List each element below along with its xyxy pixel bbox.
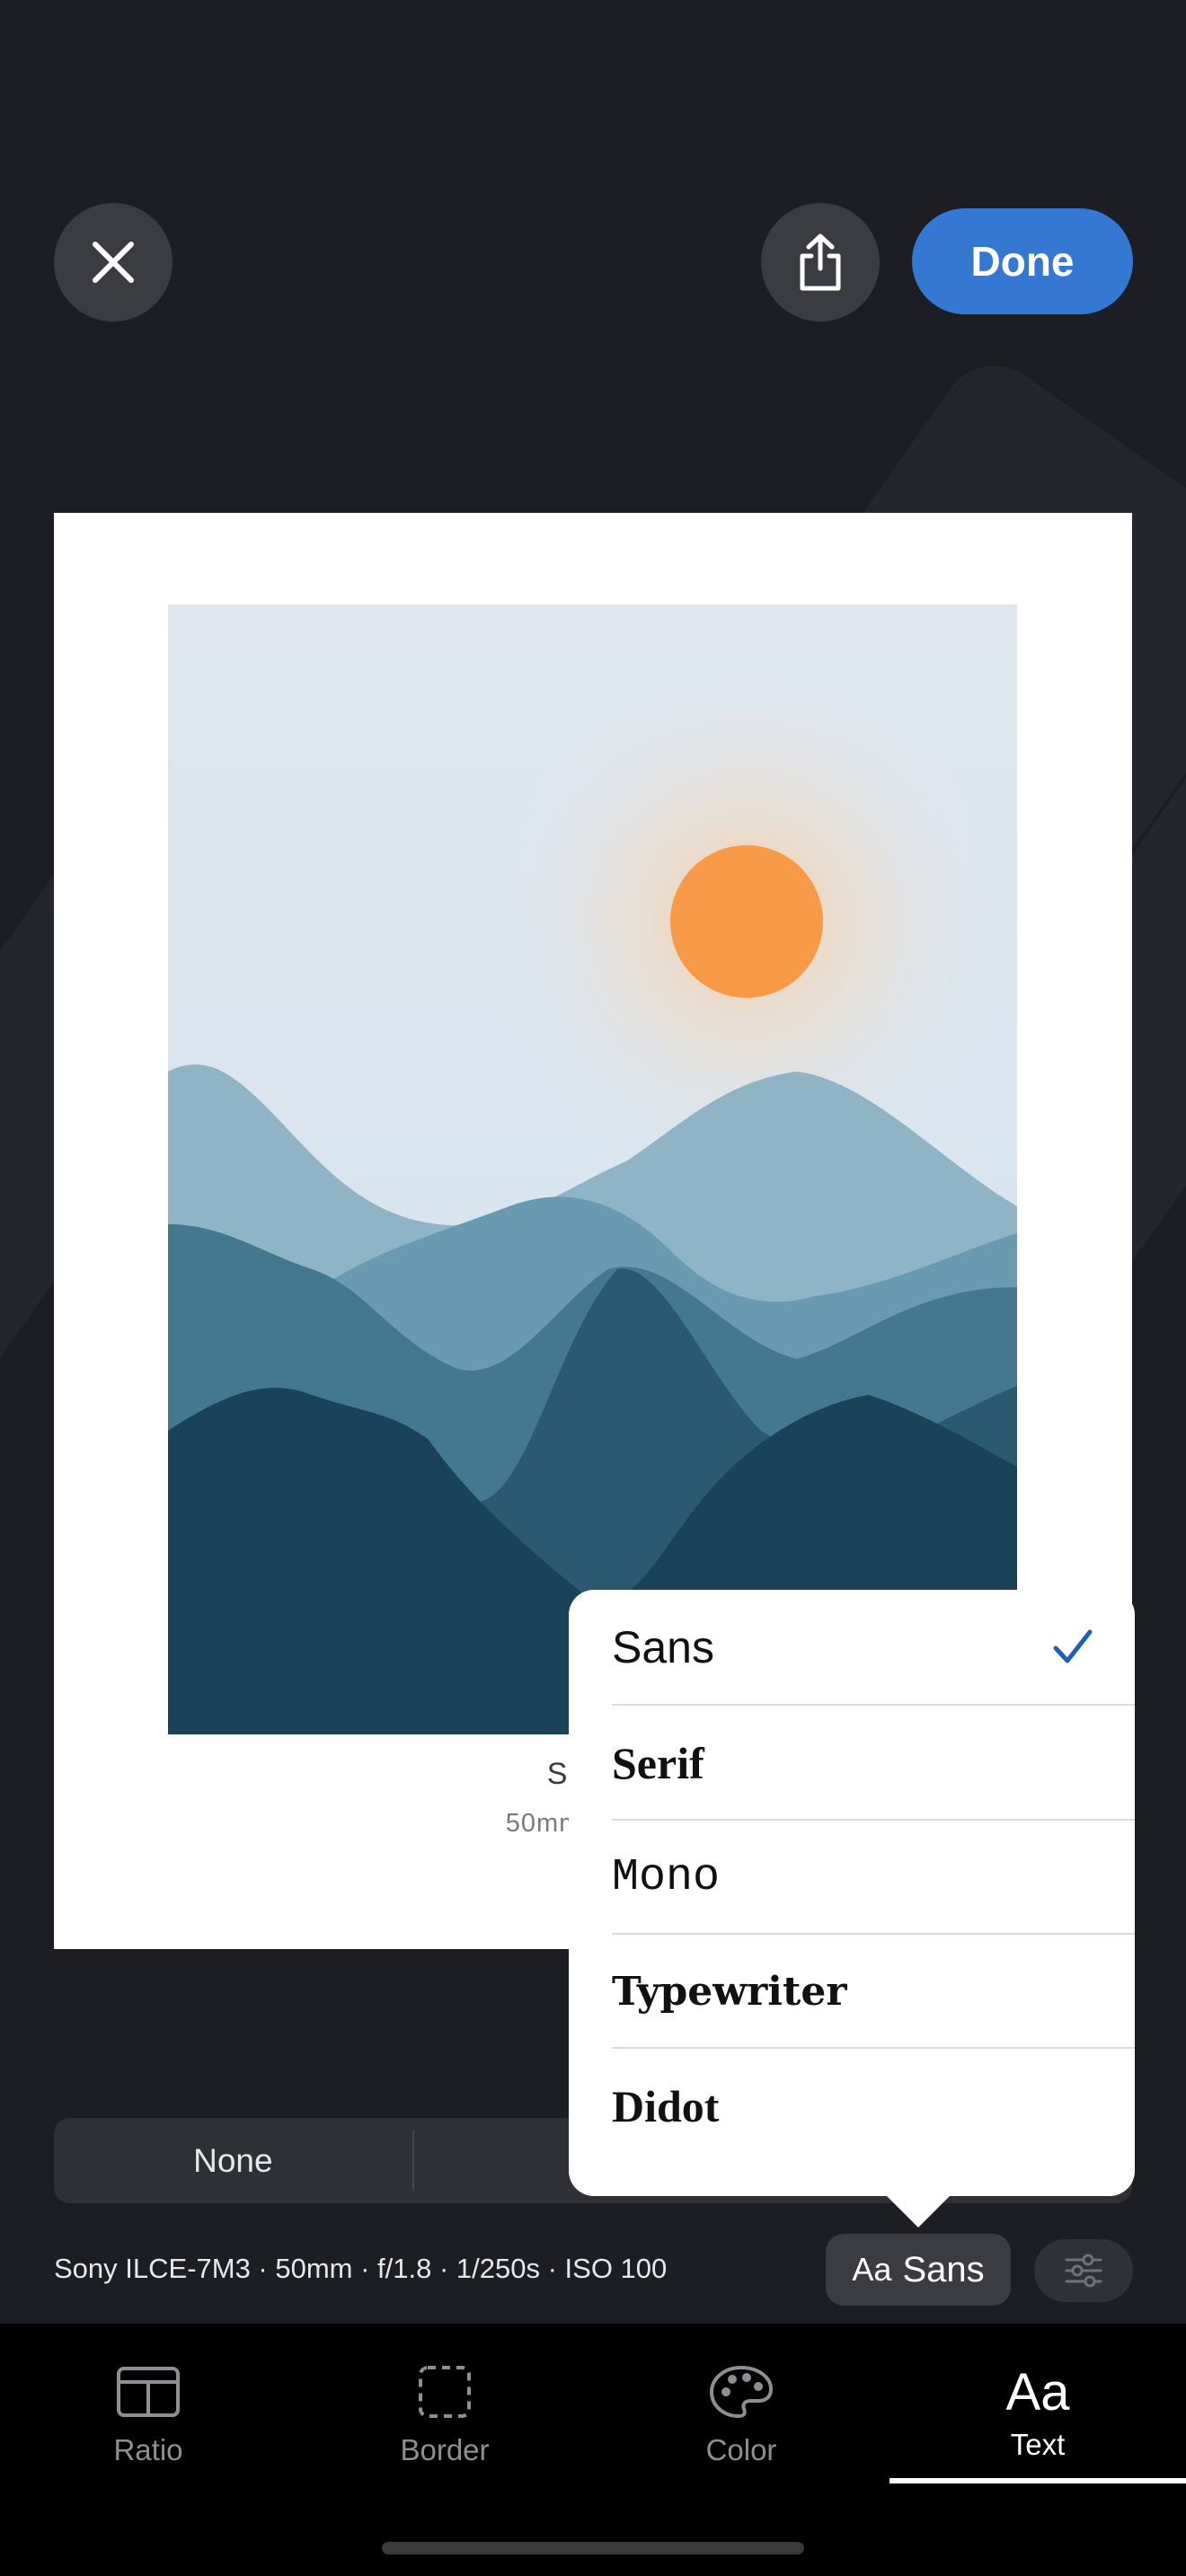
font-option-label: Sans bbox=[612, 1621, 714, 1672]
tab-border[interactable]: Border bbox=[296, 2324, 593, 2494]
sun-shape bbox=[670, 845, 823, 998]
share-button[interactable] bbox=[761, 203, 880, 322]
layout-option-none[interactable]: None bbox=[54, 2118, 412, 2203]
font-option-label: Typewriter bbox=[612, 1969, 847, 2015]
tab-ratio[interactable]: Ratio bbox=[0, 2324, 296, 2494]
bottom-tab-bar: Ratio Border Color Aa Text bbox=[0, 2324, 1186, 2576]
tab-text[interactable]: Aa Text bbox=[890, 2324, 1186, 2494]
text-icon: Aa bbox=[1005, 2362, 1070, 2422]
photo-image bbox=[168, 604, 1017, 1734]
active-tab-indicator bbox=[890, 2478, 1186, 2483]
font-selector-button[interactable]: Aa Sans bbox=[826, 2234, 1011, 2306]
font-option-serif[interactable]: Serif bbox=[612, 1704, 1135, 1820]
text-settings-button[interactable] bbox=[1034, 2239, 1133, 2302]
popover-arrow bbox=[882, 2192, 954, 2228]
font-selected-value: Sans bbox=[902, 2249, 985, 2289]
close-button[interactable] bbox=[54, 203, 173, 322]
font-option-sans[interactable]: Sans bbox=[612, 1590, 1135, 1704]
palette-icon bbox=[709, 2365, 774, 2419]
font-option-didot[interactable]: Didot bbox=[612, 2047, 1135, 2163]
ratio-icon bbox=[117, 2367, 180, 2417]
done-button[interactable]: Done bbox=[912, 208, 1133, 314]
font-option-typewriter[interactable]: Typewriter bbox=[612, 1933, 1135, 2049]
border-icon bbox=[419, 2366, 471, 2418]
font-prefix: Aa bbox=[852, 2251, 892, 2288]
tab-color[interactable]: Color bbox=[593, 2324, 890, 2494]
font-option-mono[interactable]: Mono bbox=[612, 1819, 1135, 1935]
font-option-label: Mono bbox=[612, 1852, 721, 1903]
share-icon bbox=[800, 234, 841, 291]
font-menu-popover: Sans Serif Mono Typewriter Didot bbox=[569, 1590, 1135, 2196]
font-option-label: Didot bbox=[612, 2080, 720, 2131]
tab-label: Color bbox=[705, 2433, 777, 2466]
home-indicator bbox=[382, 2542, 804, 2554]
exif-summary: Sony ILCE-7M3 · 50mm · f/1.8 · 1/250s · … bbox=[54, 2253, 668, 2284]
font-option-label: Serif bbox=[612, 1737, 704, 1788]
sliders-icon bbox=[1065, 2254, 1102, 2288]
tab-label: Ratio bbox=[113, 2433, 183, 2466]
close-icon bbox=[93, 242, 134, 283]
tab-label: Text bbox=[1010, 2428, 1066, 2461]
checkmark-icon bbox=[1053, 1629, 1093, 1663]
tab-label: Border bbox=[400, 2433, 490, 2466]
